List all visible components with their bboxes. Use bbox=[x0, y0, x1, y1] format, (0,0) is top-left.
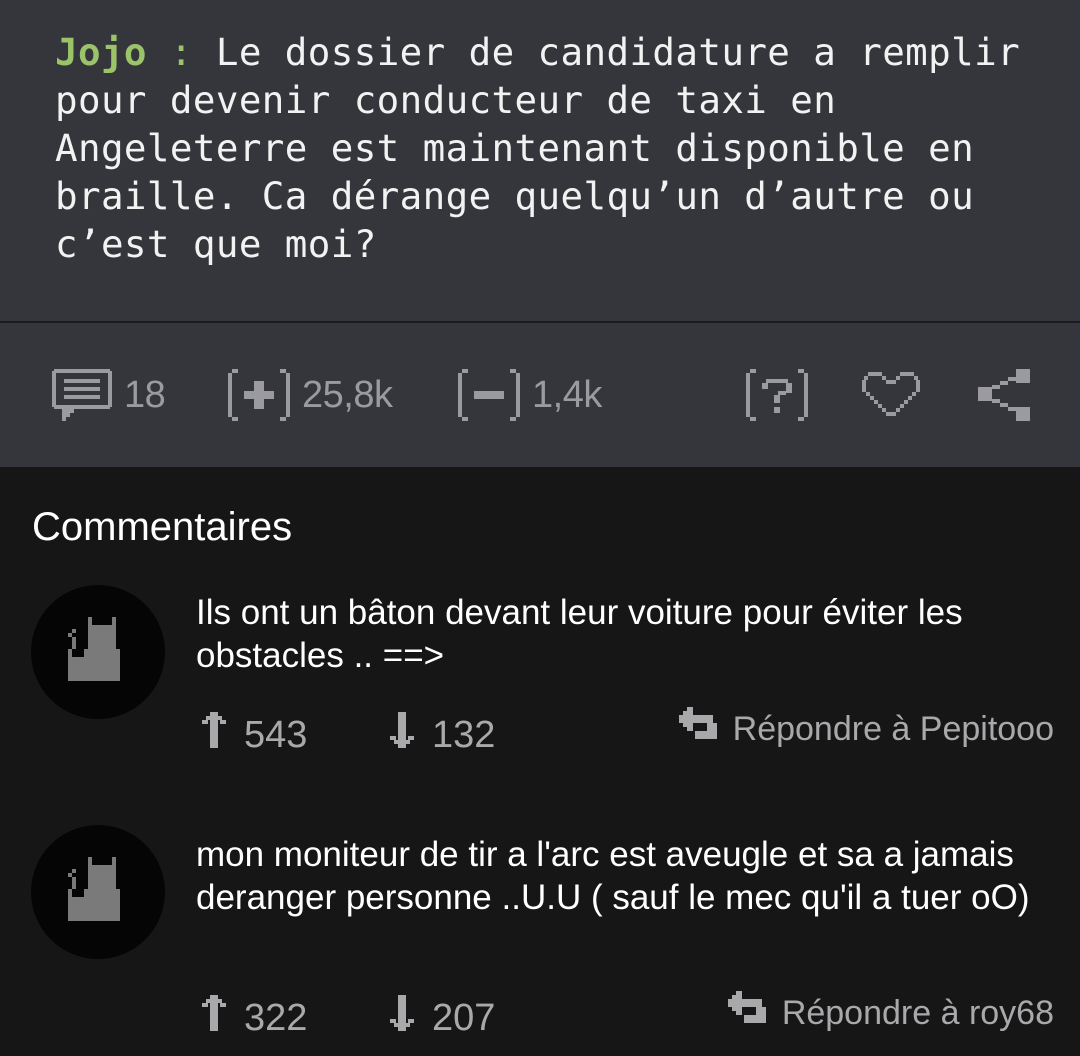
comments-count: 18 bbox=[124, 373, 166, 416]
upvote-button[interactable]: 25,8k bbox=[226, 365, 393, 425]
comments-heading: Commentaires bbox=[32, 505, 293, 549]
comment-downvote-button[interactable]: 207 bbox=[388, 993, 495, 1043]
comment-downvote-button[interactable]: 132 bbox=[388, 710, 495, 760]
comment-upvote-button[interactable]: 322 bbox=[200, 993, 307, 1043]
plus-icon bbox=[226, 365, 292, 425]
reply-icon bbox=[726, 989, 770, 1038]
minus-icon bbox=[456, 365, 522, 425]
post-card: Jojo : Le dossier de candidature a rempl… bbox=[0, 0, 1080, 322]
heart-icon bbox=[860, 366, 922, 424]
avatar[interactable] bbox=[31, 825, 165, 959]
comment-text: mon moniteur de tir a l'arc est aveugle … bbox=[196, 835, 1030, 917]
reply-button[interactable]: Répondre à Pepitooo bbox=[677, 705, 1054, 754]
arrow-up-icon bbox=[200, 710, 228, 760]
comment-text: Ils ont un bâton devant leur voiture pou… bbox=[196, 593, 963, 675]
arrow-up-icon bbox=[200, 993, 228, 1043]
comment-upvotes: 322 bbox=[244, 996, 308, 1039]
share-button[interactable] bbox=[974, 365, 1036, 425]
avatar[interactable] bbox=[31, 585, 165, 719]
reply-icon bbox=[677, 705, 721, 754]
post-author[interactable]: Jojo bbox=[55, 30, 147, 74]
arrow-down-icon bbox=[388, 993, 416, 1043]
favorite-button[interactable] bbox=[860, 365, 922, 425]
upvotes-count: 25,8k bbox=[302, 373, 393, 416]
comment-icon bbox=[50, 365, 114, 425]
comment-downvotes: 207 bbox=[432, 996, 496, 1039]
downvote-button[interactable]: 1,4k bbox=[456, 365, 602, 425]
post-text: Jojo : Le dossier de candidature a rempl… bbox=[55, 28, 1055, 268]
comments-button[interactable]: 18 bbox=[50, 365, 166, 425]
reply-label: Répondre à roy68 bbox=[781, 994, 1054, 1032]
cat-avatar-icon bbox=[68, 617, 120, 681]
post-action-bar: 18 25,8k 1,4k bbox=[0, 323, 1080, 467]
downvotes-count: 1,4k bbox=[532, 373, 602, 416]
comment-upvote-button[interactable]: 543 bbox=[200, 710, 307, 760]
reply-button[interactable]: Répondre à roy68 bbox=[726, 989, 1054, 1038]
help-button[interactable] bbox=[744, 365, 810, 425]
cat-avatar-icon bbox=[68, 857, 120, 921]
share-icon bbox=[974, 365, 1036, 425]
comment-upvotes: 543 bbox=[244, 713, 308, 756]
post-author-separator: : bbox=[146, 30, 216, 74]
arrow-down-icon bbox=[388, 710, 416, 760]
help-icon bbox=[744, 365, 810, 425]
comment-downvotes: 132 bbox=[432, 713, 496, 756]
reply-label: Répondre à Pepitooo bbox=[732, 710, 1054, 748]
